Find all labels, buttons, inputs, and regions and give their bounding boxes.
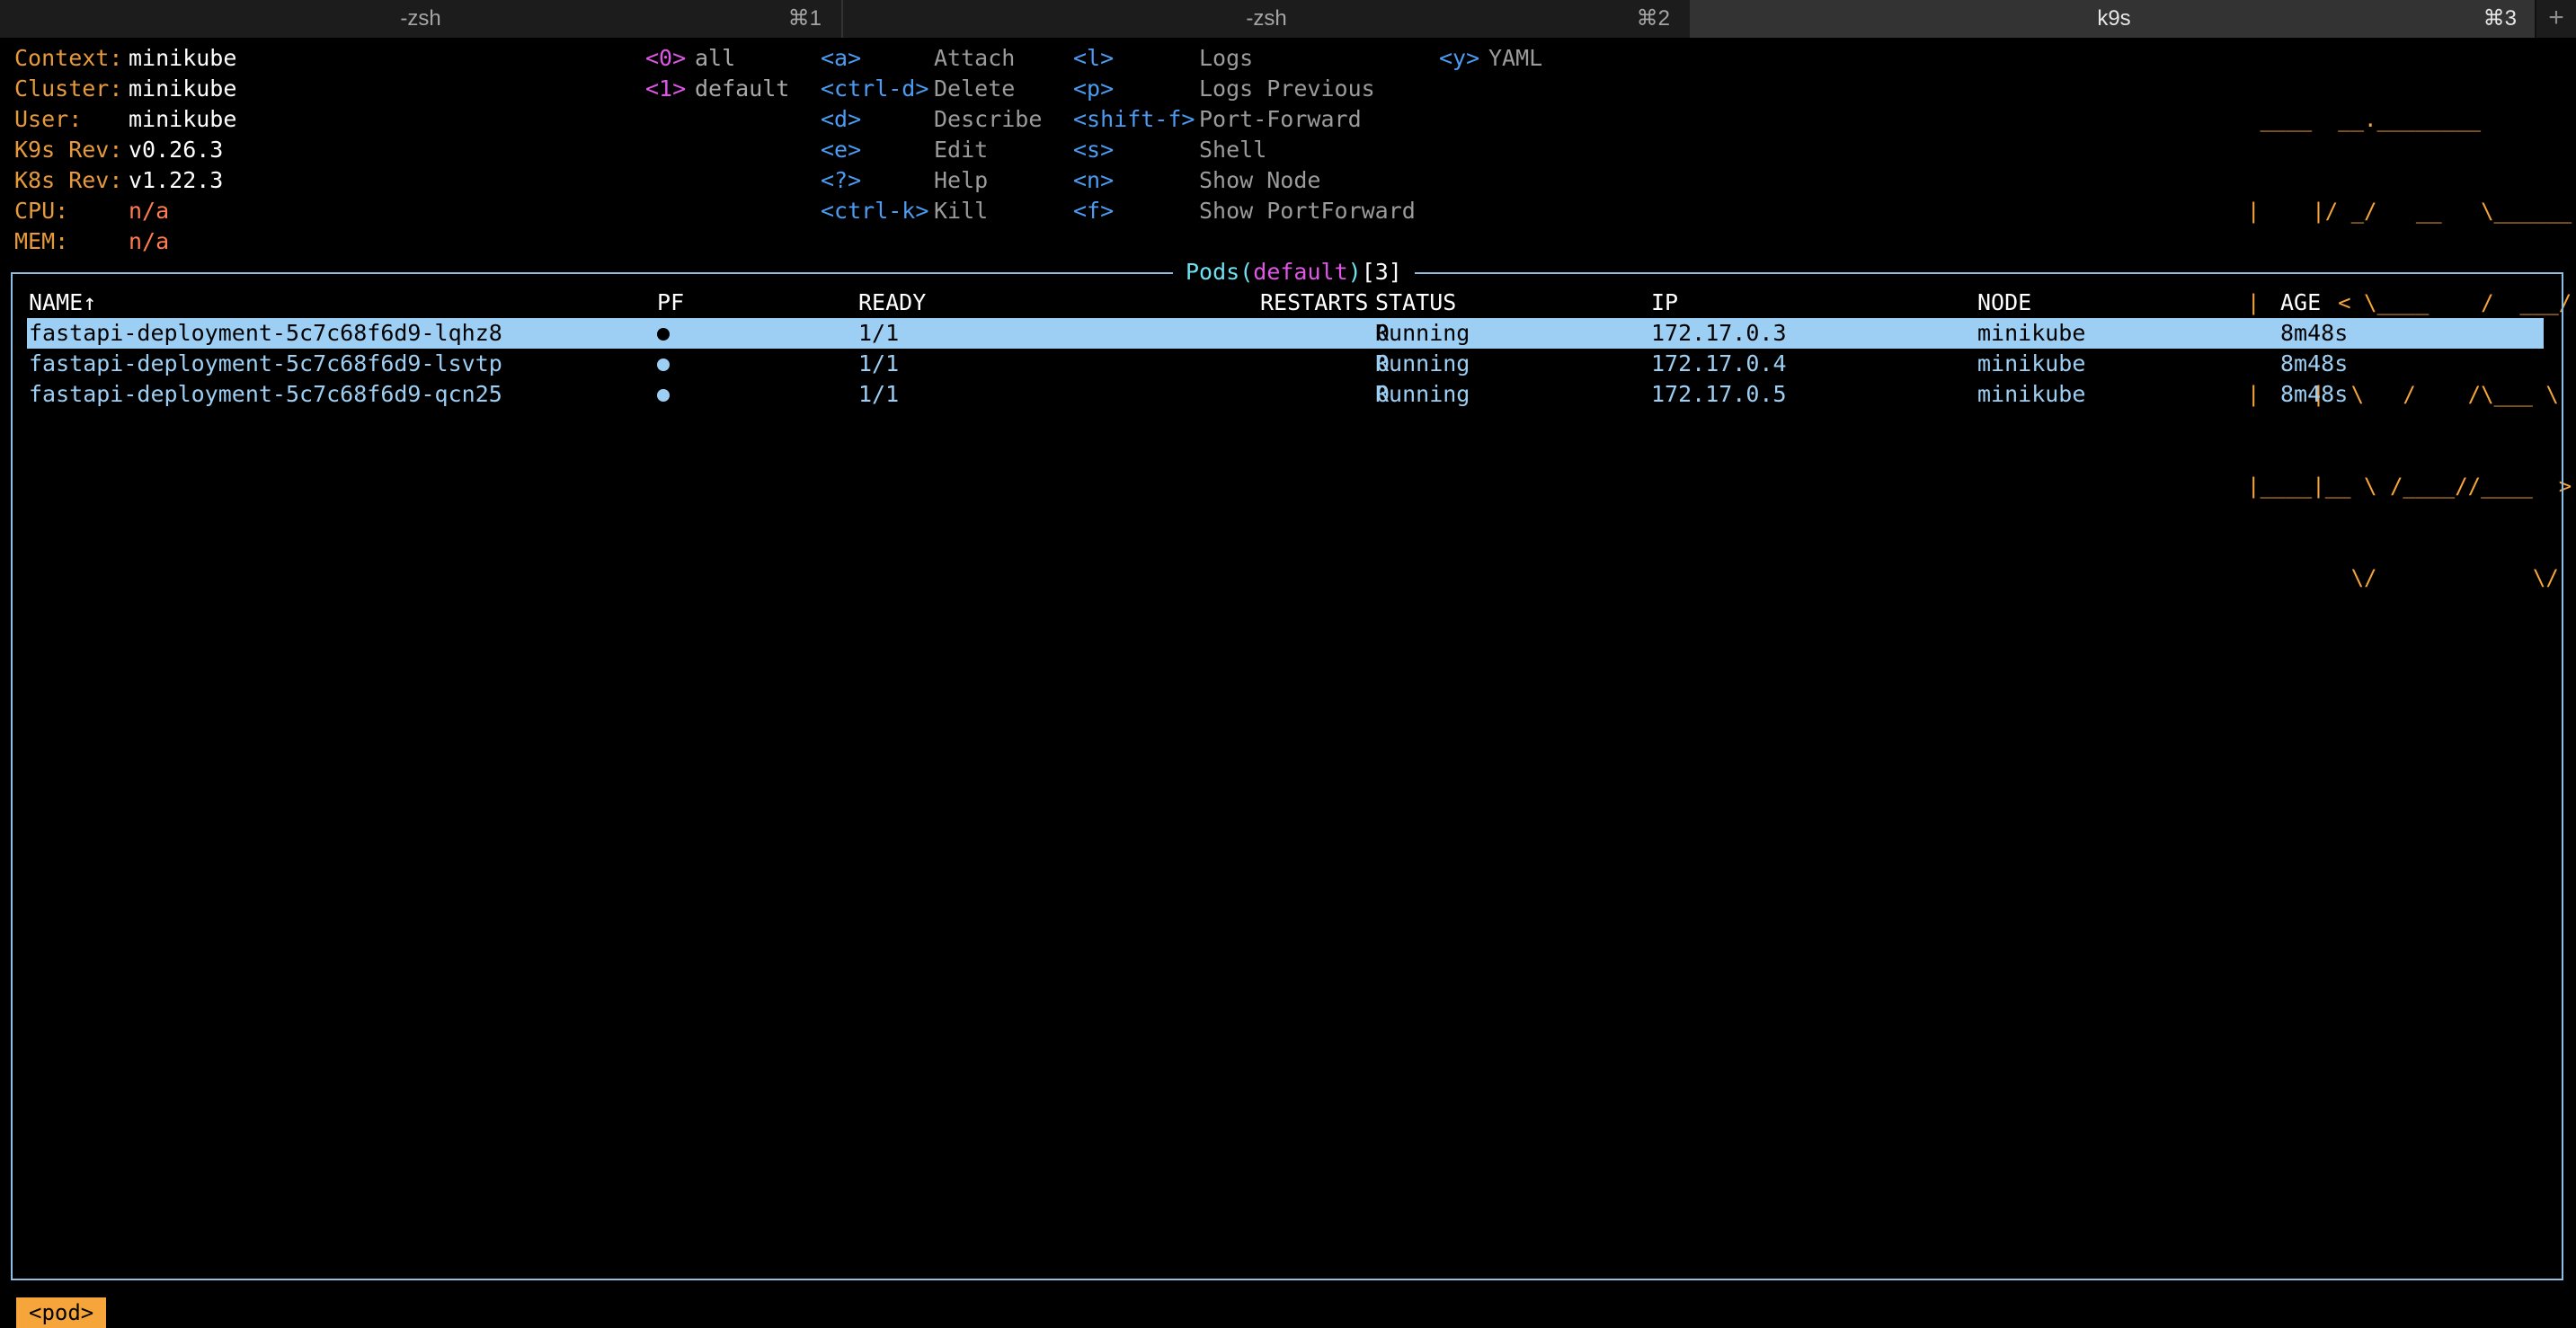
hotkey-kill-label[interactable]: Kill [934,196,988,226]
hotkey-yaml-label[interactable]: YAML [1488,43,1542,74]
hotkey-shell-label[interactable]: Shell [1199,135,1266,165]
hotkey-describe-key[interactable]: <d> [821,104,861,135]
namespace-default[interactable]: default [695,74,789,104]
hotkey-help-key[interactable]: <?> [821,165,861,196]
tab-bar: -zsh ⌘1 -zsh ⌘2 k9s ⌘3 + [0,0,2576,38]
tab-zsh-1[interactable]: -zsh ⌘1 [0,0,843,38]
hotkey-show-node-key[interactable]: <n> [1073,165,1114,196]
k9s-rev-label: K9s Rev: [14,137,123,163]
hotkey-logs-previous-label[interactable]: Logs Previous [1199,74,1375,104]
hotkey-delete-label[interactable]: Delete [934,74,1015,104]
hotkey-port-forward-key[interactable]: <shift-f> [1073,104,1195,135]
pod-age: 8m48s [2280,381,2349,407]
header-age[interactable]: AGE [2280,288,2321,318]
hotkey-logs-key[interactable]: <l> [1073,43,1114,74]
pod-ready: 1/1 [858,381,900,407]
tab-k9s[interactable]: k9s ⌘3 [1692,0,2536,38]
hotkey-attach-key[interactable]: <a> [821,43,861,74]
tab-title: -zsh [1246,6,1287,31]
logo-line: | |/ _/ __ \______ [2247,199,2572,224]
pf-indicator-icon [657,318,670,349]
table-row[interactable]: fastapi-deployment-5c7c68f6d9-qcn25 1/1 … [27,379,2544,410]
pod-node: minikube [1977,350,2086,376]
resource-name: Pods [1186,259,1240,285]
pod-node: minikube [1977,381,2086,407]
pod-name: fastapi-deployment-5c7c68f6d9-lqhz8 [29,320,502,346]
hotkey-show-portforward-label[interactable]: Show PortForward [1199,196,1416,226]
header-status[interactable]: STATUS [1375,288,1456,318]
logo-line: ____ __.________ [2247,107,2572,132]
k8s-rev-value: v1.22.3 [129,167,224,193]
pod-age: 8m48s [2280,350,2349,376]
hotkey-logs-label[interactable]: Logs [1199,43,1253,74]
pod-age: 8m48s [2280,320,2349,346]
user-value: minikube [129,106,237,132]
tab-title: -zsh [400,6,441,31]
table-row-selected[interactable]: fastapi-deployment-5c7c68f6d9-lqhz8 1/1 … [27,318,2544,349]
pod-ready: 1/1 [858,320,900,346]
tab-zsh-2[interactable]: -zsh ⌘2 [843,0,1692,38]
hotkey-describe-label[interactable]: Describe [934,104,1042,135]
hotkey-port-forward-label[interactable]: Port-Forward [1199,104,1362,135]
pod-status: Running [1375,320,1470,346]
hotkey-edit-label[interactable]: Edit [934,135,988,165]
hotkey-logs-previous-key[interactable]: <p> [1073,74,1114,104]
pf-indicator-icon [657,349,670,379]
header-pf[interactable]: PF [657,288,684,318]
pods-table-frame [11,272,2563,1280]
pod-ip: 172.17.0.4 [1651,350,1787,376]
pod-status: Running [1375,381,1470,407]
namespace-all[interactable]: all [695,43,735,74]
pod-ready: 1/1 [858,350,900,376]
pf-indicator-icon [657,379,670,410]
pod-ip: 172.17.0.5 [1651,381,1787,407]
pod-count: [3] [1361,259,1402,285]
header-ip[interactable]: IP [1651,288,1678,318]
header-node[interactable]: NODE [1977,288,2031,318]
breadcrumb[interactable]: <pod> [16,1297,107,1328]
context-label: Context: [14,45,123,71]
mem-label: MEM: [14,228,69,254]
pods-table-title: Pods(default)[3] [1173,256,1415,288]
namespace-name: default [1253,259,1348,285]
header-restarts[interactable]: RESTARTS [1260,288,1368,318]
header-name[interactable]: NAME↑ [29,288,96,318]
namespace-key-all[interactable]: <0> [645,43,686,74]
pod-name: fastapi-deployment-5c7c68f6d9-qcn25 [29,381,502,407]
mem-value: n/a [129,228,170,254]
tab-shortcut: ⌘2 [1636,6,1670,31]
context-value: minikube [129,45,237,71]
hotkey-yaml-key[interactable]: <y> [1439,43,1479,74]
k9s-rev-value: v0.26.3 [129,137,224,163]
user-label: User: [14,106,83,132]
pod-ip: 172.17.0.3 [1651,320,1787,346]
header-ready[interactable]: READY [858,288,926,318]
hotkey-attach-label[interactable]: Attach [934,43,1015,74]
table-row[interactable]: fastapi-deployment-5c7c68f6d9-lsvtp 1/1 … [27,349,2544,379]
cpu-label: CPU: [14,198,69,224]
pod-status: Running [1375,350,1470,376]
hotkey-help-label[interactable]: Help [934,165,988,196]
hotkey-show-node-label[interactable]: Show Node [1199,165,1320,196]
title-paren-close: ) [1347,259,1362,285]
tab-shortcut: ⌘1 [787,6,822,31]
hotkey-shell-key[interactable]: <s> [1073,135,1114,165]
tab-shortcut: ⌘3 [2483,6,2517,31]
cluster-value: minikube [129,75,237,102]
cpu-value: n/a [129,198,170,224]
hotkey-show-portforward-key[interactable]: <f> [1073,196,1114,226]
cluster-label: Cluster: [14,75,123,102]
hotkey-kill-key[interactable]: <ctrl-k> [821,196,928,226]
hotkey-edit-key[interactable]: <e> [821,135,861,165]
new-tab-button[interactable]: + [2535,0,2576,38]
namespace-key-default[interactable]: <1> [645,74,686,104]
title-paren-open: ( [1239,259,1254,285]
pod-node: minikube [1977,320,2086,346]
tab-title: k9s [2097,6,2131,31]
hotkey-delete-key[interactable]: <ctrl-d> [821,74,928,104]
pod-name: fastapi-deployment-5c7c68f6d9-lsvtp [29,350,502,376]
k8s-rev-label: K8s Rev: [14,167,123,193]
